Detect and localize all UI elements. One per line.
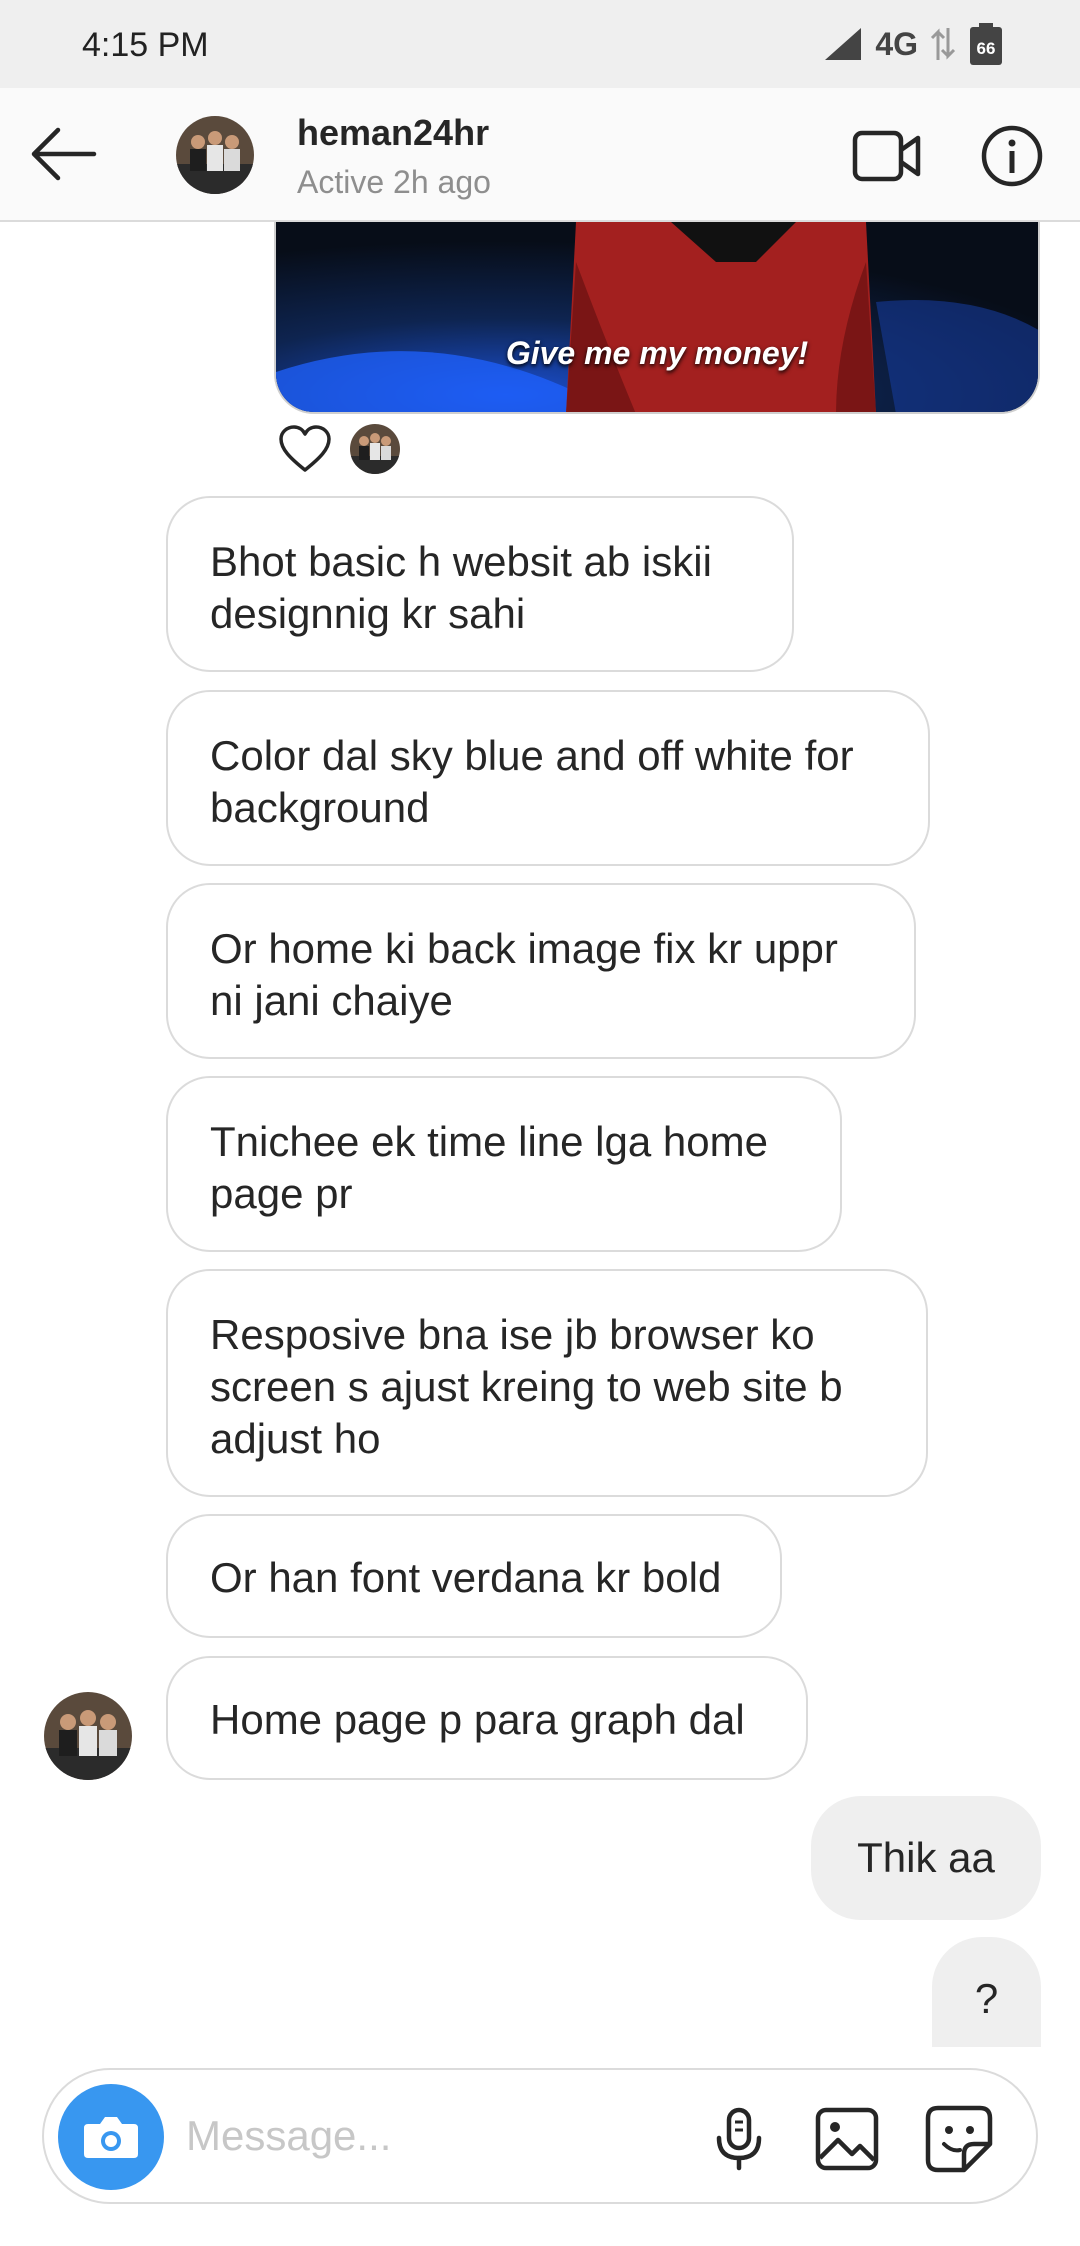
outgoing-message[interactable]: ? xyxy=(932,1937,1041,2047)
network-type: 4G xyxy=(875,25,918,62)
status-bar: 4:15 PM 4G 66 xyxy=(0,0,1080,88)
incoming-message[interactable]: Bhot basic h websit ab iskii designnig k… xyxy=(166,496,794,672)
message-line: page pr xyxy=(210,1170,353,1217)
seen-avatar xyxy=(350,424,400,474)
status-icons: 4G 66 xyxy=(823,22,1004,66)
active-status: Active 2h ago xyxy=(297,164,491,200)
chat-username[interactable]: heman24hr xyxy=(297,112,489,154)
incoming-message[interactable]: Home page p para graph dal xyxy=(166,1656,808,1780)
avatar[interactable] xyxy=(176,116,254,194)
outgoing-message[interactable]: Thik aa xyxy=(811,1796,1041,1920)
incoming-message[interactable]: Resposive bna ise jb browser ko screen s… xyxy=(166,1269,928,1497)
message-composer xyxy=(42,2068,1038,2204)
chat-header: heman24hr Active 2h ago xyxy=(0,88,1080,222)
gif-message[interactable]: Give me my money! xyxy=(274,222,1040,414)
message-line: Home page p para graph dal xyxy=(210,1696,745,1743)
data-transfer-icon xyxy=(930,28,956,60)
avatar[interactable] xyxy=(44,1692,132,1780)
message-line: adjust ho xyxy=(210,1415,381,1462)
message-line: Or han font verdana kr bold xyxy=(210,1554,722,1601)
message-line: Color dal sky blue and off white for xyxy=(210,732,854,779)
image-icon[interactable] xyxy=(814,2106,880,2172)
message-line: designnig kr sahi xyxy=(210,590,526,637)
battery-icon: 66 xyxy=(970,23,1002,65)
heart-icon[interactable] xyxy=(278,425,332,473)
incoming-message[interactable]: Tnichee ek time line lga home page pr xyxy=(166,1076,842,1252)
incoming-message[interactable]: Or han font verdana kr bold xyxy=(166,1514,782,1638)
message-line: Resposive bna ise jb browser ko xyxy=(210,1311,815,1358)
incoming-message[interactable]: Color dal sky blue and off white for bac… xyxy=(166,690,930,866)
arrow-left-icon[interactable] xyxy=(28,122,100,186)
message-line: Tnichee ek time line lga home xyxy=(210,1118,768,1165)
camera-icon xyxy=(84,2117,138,2158)
signal-icon xyxy=(825,28,862,60)
gif-caption: Give me my money! xyxy=(505,335,809,371)
message-input[interactable] xyxy=(186,2104,586,2168)
status-time: 4:15 PM xyxy=(82,26,209,64)
battery-level: 66 xyxy=(977,39,996,58)
microphone-icon[interactable] xyxy=(704,2104,774,2174)
incoming-message[interactable]: Or home ki back image fix kr uppr ni jan… xyxy=(166,883,916,1059)
message-line: screen s ajust kreing to web site b xyxy=(210,1363,843,1410)
message-line: background xyxy=(210,784,430,831)
gif-image xyxy=(276,222,1038,412)
video-camera-icon[interactable] xyxy=(852,128,922,184)
reaction-row xyxy=(278,424,400,474)
message-line: Bhot basic h websit ab iskii xyxy=(210,538,712,585)
message-line: ni jani chaiye xyxy=(210,977,453,1024)
message-line: Or home ki back image fix kr uppr xyxy=(210,925,838,972)
camera-button[interactable] xyxy=(58,2084,164,2190)
sticker-icon[interactable] xyxy=(924,2104,994,2174)
info-icon[interactable] xyxy=(980,124,1044,188)
